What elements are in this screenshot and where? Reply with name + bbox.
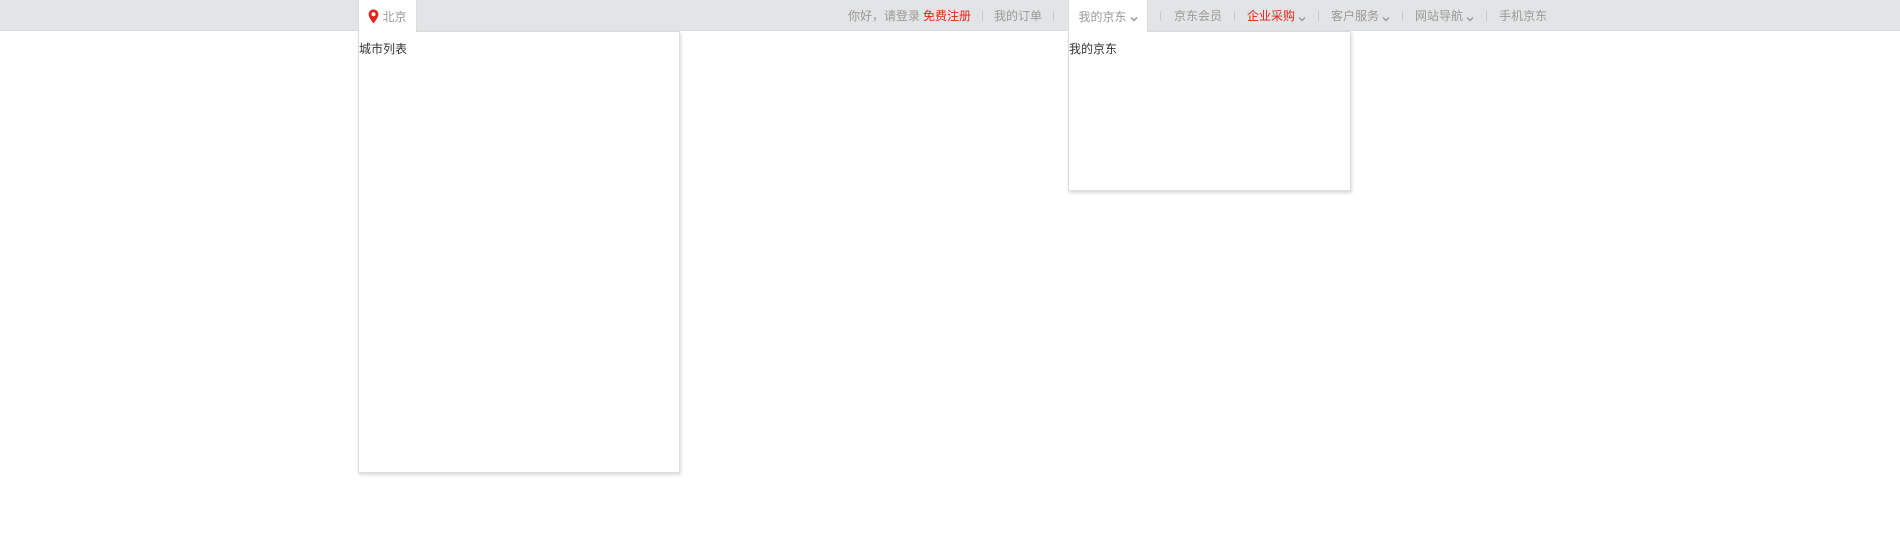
nav-separator — [982, 10, 984, 21]
my-jd-menu[interactable]: 我的京东 — [1068, 0, 1148, 32]
nav-separator — [1402, 10, 1404, 21]
city-list-text: 城市列表 — [359, 42, 408, 56]
chevron-down-icon — [1298, 12, 1306, 22]
my-jd-dropdown: 我的京东 — [1068, 31, 1351, 191]
enterprise-purchase-label: 企业采购 — [1247, 9, 1296, 23]
chevron-down-icon — [1129, 12, 1138, 22]
location-selector[interactable]: 北京 — [358, 0, 417, 32]
customer-service-label: 客户服务 — [1331, 9, 1380, 23]
register-link[interactable]: 免费注册 — [923, 0, 971, 31]
my-jd-panel-text: 我的京东 — [1069, 42, 1118, 56]
nav-separator — [1486, 10, 1488, 21]
site-nav-label: 网站导航 — [1415, 9, 1464, 23]
mobile-jd-link[interactable]: 手机京东 — [1499, 0, 1547, 31]
customer-service-menu[interactable]: 客户服务 — [1331, 0, 1390, 31]
jd-member-link[interactable]: 京东会员 — [1174, 0, 1222, 31]
right-nav-group: 京东会员 企业采购 客户服务 网站导航 手机京东 — [1160, 0, 1547, 31]
location-city-label: 北京 — [382, 9, 407, 24]
site-nav-menu[interactable]: 网站导航 — [1415, 0, 1474, 31]
my-orders-link[interactable]: 我的订单 — [994, 0, 1042, 31]
location-pin-icon — [368, 9, 379, 24]
chevron-down-icon — [1382, 12, 1390, 22]
login-nav-group: 你好，请登录 免费注册 我的订单 — [848, 0, 1055, 31]
enterprise-purchase-menu[interactable]: 企业采购 — [1247, 0, 1306, 31]
nav-separator — [1318, 10, 1320, 21]
city-list-dropdown: 城市列表 — [358, 31, 680, 473]
nav-separator — [1160, 10, 1161, 21]
login-link[interactable]: 你好，请登录 — [848, 0, 920, 31]
nav-separator — [1053, 10, 1055, 21]
nav-separator — [1234, 10, 1236, 21]
chevron-down-icon — [1466, 12, 1474, 22]
my-jd-label: 我的京东 — [1078, 9, 1127, 24]
